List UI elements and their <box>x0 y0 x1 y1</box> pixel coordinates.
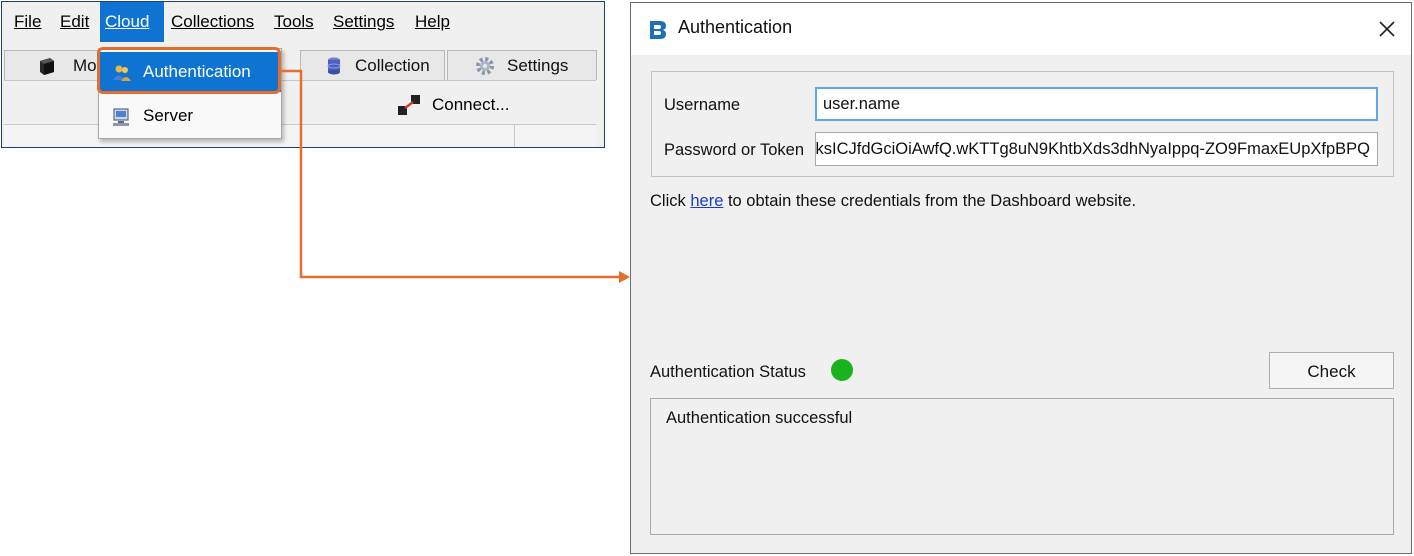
dialog-titlebar: Authentication <box>631 3 1411 55</box>
panel-divider <box>514 125 515 147</box>
menu-help[interactable]: Help <box>411 2 454 42</box>
menu-edit[interactable]: Edit <box>56 2 93 42</box>
gear-icon <box>476 57 494 75</box>
menu-cloud-label: Cloud <box>105 12 150 31</box>
menu-tools-label: Tools <box>274 12 314 31</box>
status-message: Authentication successful <box>666 409 853 427</box>
toolbar: Connect... <box>4 80 596 125</box>
server-icon <box>113 108 129 126</box>
menu-help-label: Help <box>415 12 450 31</box>
menu-collections-label: Collections <box>171 12 255 31</box>
main-app-window: File Edit Cloud Collections Tools Settin… <box>1 1 605 148</box>
cube-icon <box>40 58 54 75</box>
username-label: Username <box>664 96 741 114</box>
menu-collections[interactable]: Collections <box>167 2 258 42</box>
tab-settings[interactable]: Settings <box>447 50 597 80</box>
status-output: Authentication successful <box>650 398 1394 535</box>
menu-item-server-label: Server <box>143 106 194 125</box>
app-logo-icon <box>650 21 666 39</box>
tab-model[interactable]: Mod <box>4 50 106 80</box>
tab-settings-label: Settings <box>507 56 569 75</box>
credentials-group: Username user.name Password or Token 0ks… <box>651 71 1394 177</box>
menu-item-authentication-label: Authentication <box>143 62 251 81</box>
collection-icon <box>327 57 341 75</box>
authentication-dialog: Authentication Username user.name Passwo… <box>630 2 1412 554</box>
connect-label: Connect... <box>432 95 510 114</box>
menu-file[interactable]: File <box>10 2 45 42</box>
menu-cloud[interactable]: Cloud <box>100 2 164 42</box>
hint-prefix: Click <box>650 192 691 210</box>
authentication-status-label: Authentication Status <box>650 363 806 381</box>
bottom-panel <box>4 124 596 147</box>
menu-bar: File Edit Cloud Collections Tools Settin… <box>2 2 604 42</box>
connect-icon <box>398 95 420 115</box>
menu-item-authentication[interactable]: Authentication <box>99 52 281 92</box>
tab-collection[interactable]: Collection <box>300 50 445 80</box>
menu-edit-label: Edit <box>60 12 90 31</box>
cloud-dropdown-menu: Authentication Server <box>98 48 282 139</box>
close-icon[interactable] <box>1373 15 1401 43</box>
menu-settings-label: Settings <box>333 12 395 31</box>
password-field[interactable]: 0ksICJfdGciOiAwfQ.wKTTg8uN9KhtbXds3dhNya… <box>815 132 1378 166</box>
check-button[interactable]: Check <box>1269 352 1394 389</box>
menu-file-label: File <box>14 12 42 31</box>
password-label: Password or Token <box>664 141 805 159</box>
status-indicator <box>831 359 853 381</box>
dialog-title: Authentication <box>678 17 793 37</box>
menu-settings[interactable]: Settings <box>329 2 398 42</box>
menu-item-server[interactable]: Server <box>99 96 281 136</box>
credentials-hint: Click here to obtain these credentials f… <box>650 192 1136 211</box>
hint-suffix: to obtain these credentials from the Das… <box>723 192 1137 210</box>
username-field[interactable]: user.name <box>815 87 1378 121</box>
password-value: 0ksICJfdGciOiAwfQ.wKTTg8uN9KhtbXds3dhNya… <box>815 140 1370 158</box>
tab-collection-label: Collection <box>355 56 430 75</box>
dashboard-link[interactable]: here <box>690 192 723 210</box>
menu-tools[interactable]: Tools <box>270 2 318 42</box>
tab-bar: Mod Collection Settings <box>4 50 597 80</box>
users-key-icon <box>113 65 131 81</box>
